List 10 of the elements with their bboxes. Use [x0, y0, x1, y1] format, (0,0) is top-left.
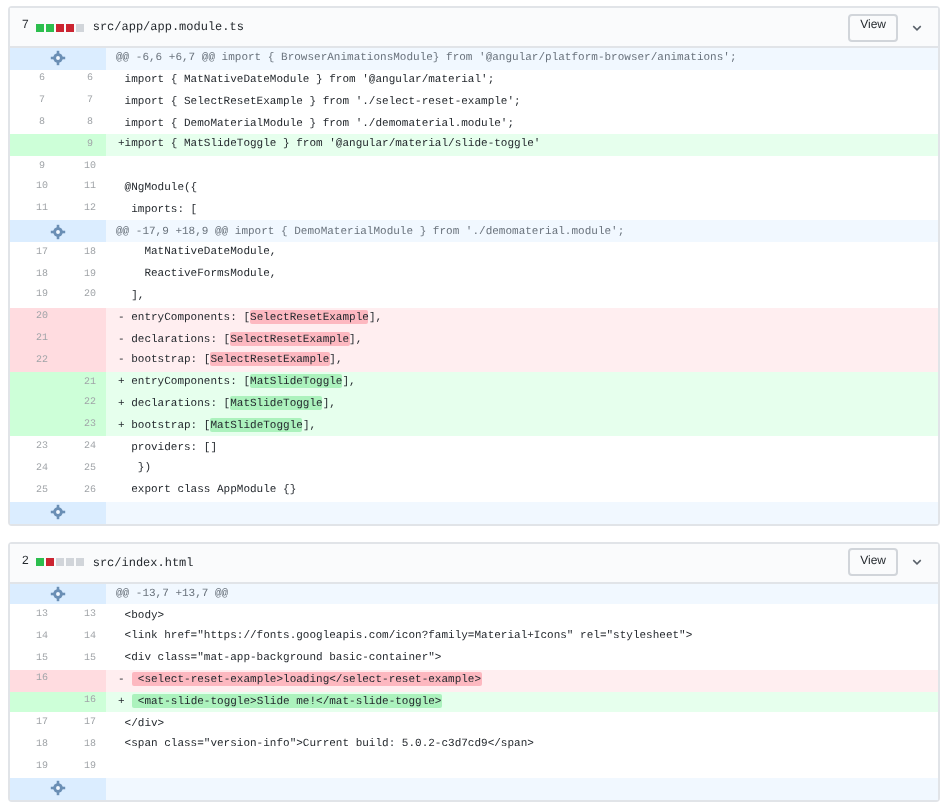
expand-icon[interactable]: [50, 504, 66, 521]
caret-icon[interactable]: [912, 23, 922, 31]
gutter-cell: [10, 691, 74, 713]
gutter-cell: [74, 669, 106, 692]
caret-icon[interactable]: [912, 558, 922, 567]
expand-icon[interactable]: [50, 585, 66, 602]
expand-icon[interactable]: [50, 223, 66, 240]
expand-icon[interactable]: [50, 780, 66, 797]
expand-icon[interactable]: [50, 50, 66, 67]
gutter-cell: [10, 134, 74, 156]
